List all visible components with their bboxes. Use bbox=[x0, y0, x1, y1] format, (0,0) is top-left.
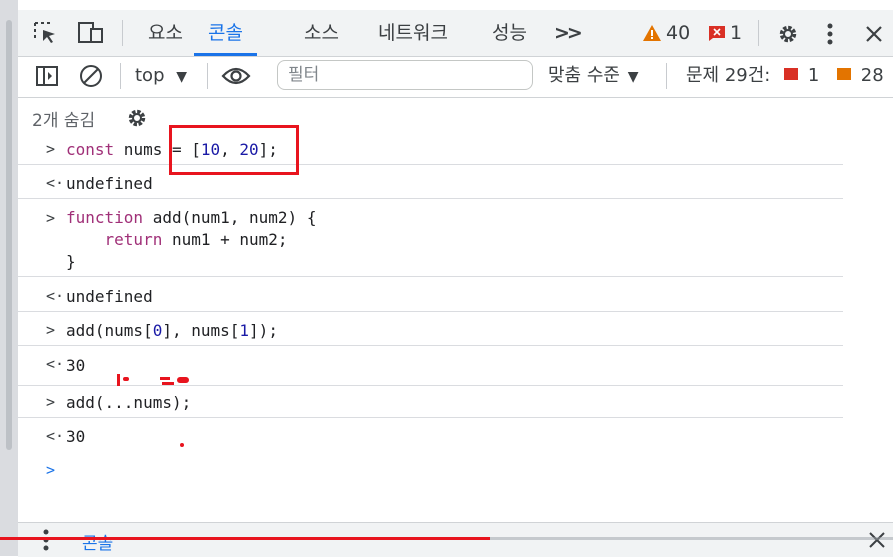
video-progress-track[interactable] bbox=[490, 537, 893, 540]
warning-icon bbox=[642, 24, 662, 42]
console-input-entry[interactable]: > add(...nums); bbox=[18, 391, 843, 418]
context-label: top bbox=[135, 65, 165, 86]
filter-box bbox=[277, 60, 533, 90]
console-settings-gear-icon[interactable] bbox=[124, 105, 150, 131]
prompt-caret-icon: > bbox=[46, 461, 56, 479]
annotation-mark bbox=[180, 443, 184, 447]
devtools-panel: 요소 콘솔 소스 네트워크 성능 >> 40 1 top ▼ 필터 맞춤 수준 … bbox=[18, 0, 893, 557]
console-input-entry[interactable]: > const nums = [10, 20]; bbox=[18, 138, 843, 165]
console-toolbar: top ▼ 맞춤 수준 ▼ 문제 29건: 1 28 bbox=[18, 57, 893, 98]
video-progress-bar[interactable] bbox=[0, 537, 490, 540]
issues-error-icon bbox=[784, 68, 799, 80]
input-prompt-icon: > bbox=[46, 140, 56, 158]
warning-count[interactable]: 40 bbox=[666, 10, 690, 56]
input-prompt-icon: > bbox=[46, 209, 56, 227]
devtools-tabbar: 요소 콘솔 소스 네트워크 성능 >> 40 1 bbox=[18, 10, 893, 57]
filter-input[interactable] bbox=[278, 61, 532, 89]
console-code: add(nums[0], nums[1]); bbox=[66, 321, 278, 340]
issues-warning-count: 28 bbox=[860, 65, 884, 86]
input-prompt-icon: > bbox=[46, 321, 56, 339]
issues-error-count: 1 bbox=[807, 65, 820, 86]
left-scroll-strip bbox=[0, 0, 18, 556]
log-levels-label: 맞춤 수준 bbox=[548, 65, 620, 86]
output-arrow-icon: <· bbox=[46, 174, 65, 192]
console-result: 30 bbox=[66, 427, 86, 446]
console-input-entry[interactable]: > function add(num1, num2) { return num1… bbox=[18, 206, 843, 277]
more-tabs-button[interactable]: >> bbox=[554, 10, 583, 56]
tab-console[interactable]: 콘솔 bbox=[194, 10, 257, 56]
tab-elements[interactable]: 요소 bbox=[148, 10, 183, 56]
more-options-icon[interactable] bbox=[822, 21, 838, 47]
issues-button[interactable]: 문제 29건: 1 28 bbox=[686, 57, 884, 95]
error-count[interactable]: 1 bbox=[730, 10, 742, 56]
input-prompt-icon: > bbox=[46, 393, 56, 411]
annotation-mark bbox=[123, 377, 129, 381]
console-output-entry: <· 30 bbox=[18, 353, 843, 386]
console-code: add(...nums); bbox=[66, 393, 192, 412]
close-icon[interactable] bbox=[862, 22, 886, 46]
chevron-down-icon: ▼ bbox=[627, 69, 639, 85]
tab-sources[interactable]: 소스 bbox=[304, 10, 339, 56]
clear-console-icon[interactable] bbox=[78, 63, 104, 89]
console-output-entry: <· 30 bbox=[18, 425, 843, 451]
console-result: undefined bbox=[66, 287, 153, 306]
drawer-close-icon[interactable] bbox=[866, 529, 888, 551]
error-icon bbox=[708, 25, 726, 41]
annotation-highlight-box bbox=[169, 125, 299, 175]
device-toolbar-icon[interactable] bbox=[76, 20, 106, 46]
annotation-mark bbox=[117, 374, 120, 386]
context-selector[interactable]: top ▼ bbox=[135, 57, 187, 95]
output-arrow-icon: <· bbox=[46, 355, 65, 373]
hidden-messages-row: 2개 숨김 bbox=[18, 98, 893, 138]
hidden-count: 2개 숨김 bbox=[32, 111, 96, 131]
inspect-element-icon[interactable] bbox=[32, 20, 60, 46]
output-arrow-icon: <· bbox=[46, 427, 65, 445]
console-input-entry[interactable]: > add(nums[0], nums[1]); bbox=[18, 319, 843, 346]
console-result: 30 bbox=[66, 356, 86, 375]
issues-warning-icon bbox=[837, 68, 852, 80]
tab-network[interactable]: 네트워크 bbox=[378, 10, 448, 56]
annotation-mark bbox=[177, 377, 189, 383]
live-expression-eye-icon[interactable] bbox=[220, 64, 252, 88]
console-output-entry: <· undefined bbox=[18, 172, 843, 199]
chevron-down-icon: ▼ bbox=[176, 69, 188, 85]
console-output-entry: <· undefined bbox=[18, 285, 843, 312]
drawer-tab-console[interactable]: 콘솔 bbox=[82, 529, 113, 554]
scrollbar-thumb[interactable] bbox=[6, 20, 12, 450]
output-arrow-icon: <· bbox=[46, 287, 65, 305]
drawer-menu-icon[interactable] bbox=[38, 527, 54, 553]
annotation-mark bbox=[160, 377, 170, 380]
sidebar-toggle-icon[interactable] bbox=[34, 64, 60, 88]
settings-gear-icon[interactable] bbox=[775, 21, 801, 47]
tab-performance[interactable]: 성능 bbox=[492, 10, 527, 56]
issues-label: 문제 29건: bbox=[686, 65, 771, 86]
annotation-mark bbox=[162, 382, 174, 385]
log-levels-dropdown[interactable]: 맞춤 수준 ▼ bbox=[548, 57, 638, 95]
console-code: function add(num1, num2) { return num1 +… bbox=[66, 208, 317, 271]
console-result: undefined bbox=[66, 174, 153, 193]
console-prompt[interactable]: > bbox=[18, 459, 843, 485]
